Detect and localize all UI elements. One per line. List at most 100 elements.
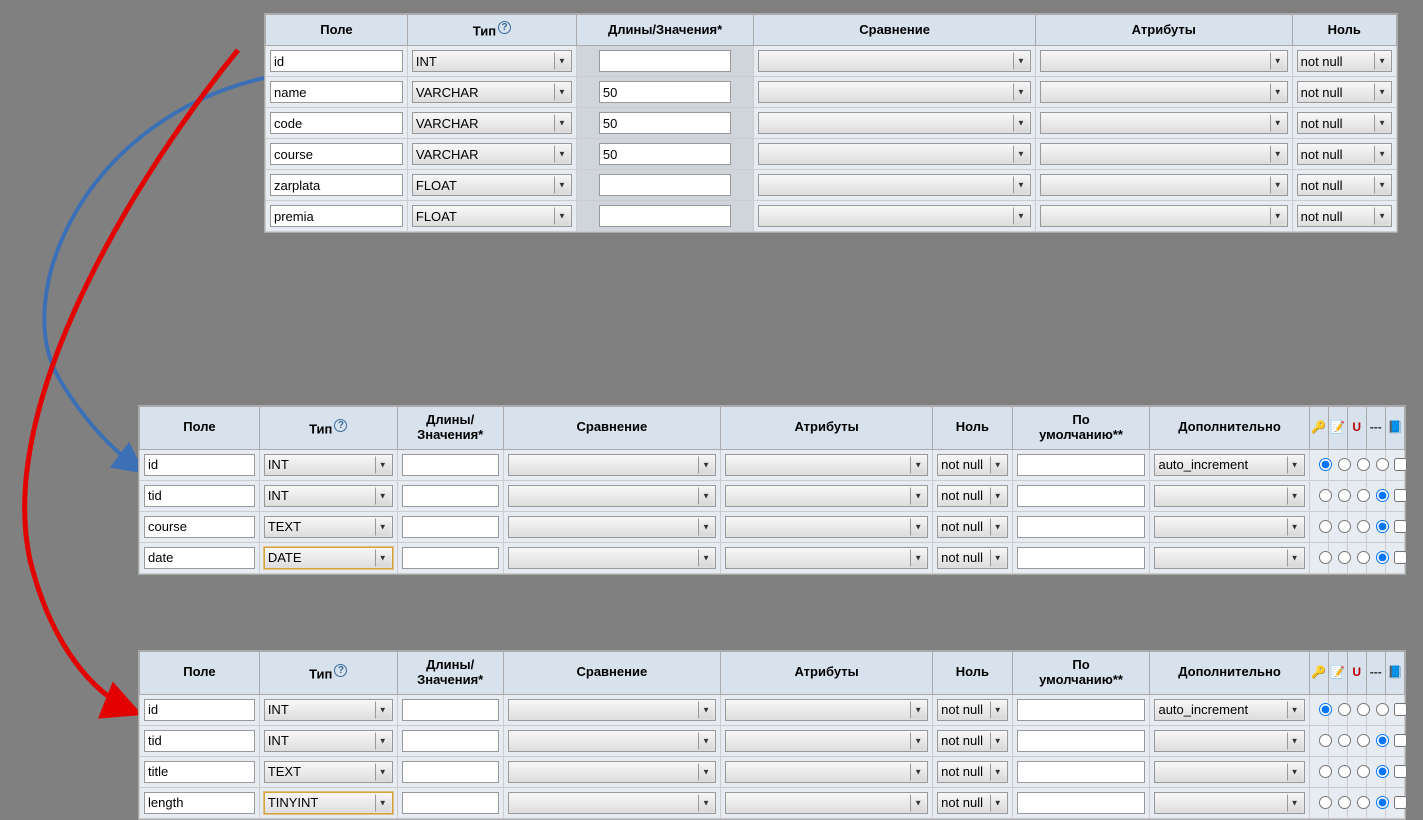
index-radio-0[interactable] — [1319, 551, 1332, 564]
index-radio-1[interactable] — [1338, 734, 1351, 747]
fulltext-checkbox[interactable] — [1394, 703, 1407, 716]
index-radio-2[interactable] — [1357, 520, 1370, 533]
null-select[interactable]: not null — [1297, 50, 1392, 72]
help-icon[interactable]: ? — [498, 21, 511, 34]
attributes-select[interactable] — [725, 485, 928, 507]
help-icon[interactable]: ? — [334, 419, 347, 432]
index-radio-1[interactable] — [1338, 796, 1351, 809]
index-radio-3[interactable] — [1376, 551, 1389, 564]
null-select[interactable]: not null — [1297, 112, 1392, 134]
index-radio-1[interactable] — [1338, 765, 1351, 778]
length-input[interactable] — [599, 205, 731, 227]
index-radio-1[interactable] — [1338, 458, 1351, 471]
index-radio-2[interactable] — [1357, 551, 1370, 564]
type-select[interactable]: INT — [264, 454, 393, 476]
type-select[interactable]: VARCHAR — [412, 143, 572, 165]
length-input[interactable] — [599, 174, 731, 196]
default-input[interactable] — [1017, 454, 1146, 476]
fulltext-checkbox[interactable] — [1394, 520, 1407, 533]
help-icon[interactable]: ? — [334, 664, 347, 677]
type-select[interactable]: TEXT — [264, 516, 393, 538]
attributes-select[interactable] — [725, 699, 928, 721]
attributes-select[interactable] — [725, 761, 928, 783]
index-radio-0[interactable] — [1319, 765, 1332, 778]
default-input[interactable] — [1017, 730, 1146, 752]
length-input[interactable] — [402, 547, 499, 569]
extra-select[interactable]: auto_increment — [1154, 699, 1304, 721]
fulltext-checkbox[interactable] — [1394, 765, 1407, 778]
collation-select[interactable] — [508, 761, 716, 783]
null-select[interactable]: not null — [1297, 174, 1392, 196]
null-select[interactable]: not null — [1297, 81, 1392, 103]
attributes-select[interactable] — [1040, 205, 1288, 227]
type-select[interactable]: INT — [264, 699, 393, 721]
index-radio-2[interactable] — [1357, 703, 1370, 716]
extra-select[interactable] — [1154, 485, 1304, 507]
length-input[interactable] — [402, 792, 499, 814]
default-input[interactable] — [1017, 516, 1146, 538]
attributes-select[interactable] — [725, 454, 928, 476]
fulltext-checkbox[interactable] — [1394, 458, 1407, 471]
type-select[interactable]: VARCHAR — [412, 112, 572, 134]
index-radio-3[interactable] — [1376, 734, 1389, 747]
field-name-input[interactable] — [270, 143, 403, 165]
extra-select[interactable] — [1154, 761, 1304, 783]
length-input[interactable] — [599, 81, 731, 103]
null-select[interactable]: not null — [937, 792, 1008, 814]
index-radio-3[interactable] — [1376, 458, 1389, 471]
collation-select[interactable] — [758, 143, 1031, 165]
null-select[interactable]: not null — [937, 454, 1008, 476]
length-input[interactable] — [599, 50, 731, 72]
null-select[interactable]: not null — [1297, 205, 1392, 227]
index-radio-2[interactable] — [1357, 734, 1370, 747]
index-radio-1[interactable] — [1338, 551, 1351, 564]
index-radio-3[interactable] — [1376, 520, 1389, 533]
length-input[interactable] — [599, 143, 731, 165]
index-radio-2[interactable] — [1357, 765, 1370, 778]
null-select[interactable]: not null — [937, 699, 1008, 721]
type-select[interactable]: TINYINT — [264, 792, 393, 814]
field-name-input[interactable] — [144, 730, 255, 752]
fulltext-checkbox[interactable] — [1394, 734, 1407, 747]
length-input[interactable] — [402, 730, 499, 752]
attributes-select[interactable] — [725, 516, 928, 538]
collation-select[interactable] — [508, 699, 716, 721]
extra-select[interactable] — [1154, 792, 1304, 814]
type-select[interactable]: INT — [264, 485, 393, 507]
attributes-select[interactable] — [1040, 50, 1288, 72]
index-radio-2[interactable] — [1357, 796, 1370, 809]
null-select[interactable]: not null — [937, 516, 1008, 538]
index-radio-0[interactable] — [1319, 734, 1332, 747]
type-select[interactable]: TEXT — [264, 761, 393, 783]
default-input[interactable] — [1017, 699, 1146, 721]
index-radio-2[interactable] — [1357, 489, 1370, 502]
field-name-input[interactable] — [144, 761, 255, 783]
collation-select[interactable] — [508, 792, 716, 814]
field-name-input[interactable] — [144, 699, 255, 721]
index-radio-0[interactable] — [1319, 796, 1332, 809]
null-select[interactable]: not null — [937, 761, 1008, 783]
length-input[interactable] — [402, 454, 499, 476]
fulltext-checkbox[interactable] — [1394, 551, 1407, 564]
type-select[interactable]: INT — [412, 50, 572, 72]
length-input[interactable] — [402, 699, 499, 721]
index-radio-1[interactable] — [1338, 489, 1351, 502]
field-name-input[interactable] — [270, 174, 403, 196]
length-input[interactable] — [402, 485, 499, 507]
collation-select[interactable] — [758, 81, 1031, 103]
index-radio-1[interactable] — [1338, 520, 1351, 533]
field-name-input[interactable] — [270, 112, 403, 134]
collation-select[interactable] — [508, 730, 716, 752]
attributes-select[interactable] — [1040, 174, 1288, 196]
type-select[interactable]: DATE — [264, 547, 393, 569]
index-radio-3[interactable] — [1376, 765, 1389, 778]
collation-select[interactable] — [758, 174, 1031, 196]
default-input[interactable] — [1017, 485, 1146, 507]
index-radio-3[interactable] — [1376, 703, 1389, 716]
field-name-input[interactable] — [144, 547, 255, 569]
field-name-input[interactable] — [144, 485, 255, 507]
extra-select[interactable] — [1154, 547, 1304, 569]
index-radio-1[interactable] — [1338, 703, 1351, 716]
field-name-input[interactable] — [144, 454, 255, 476]
attributes-select[interactable] — [1040, 112, 1288, 134]
